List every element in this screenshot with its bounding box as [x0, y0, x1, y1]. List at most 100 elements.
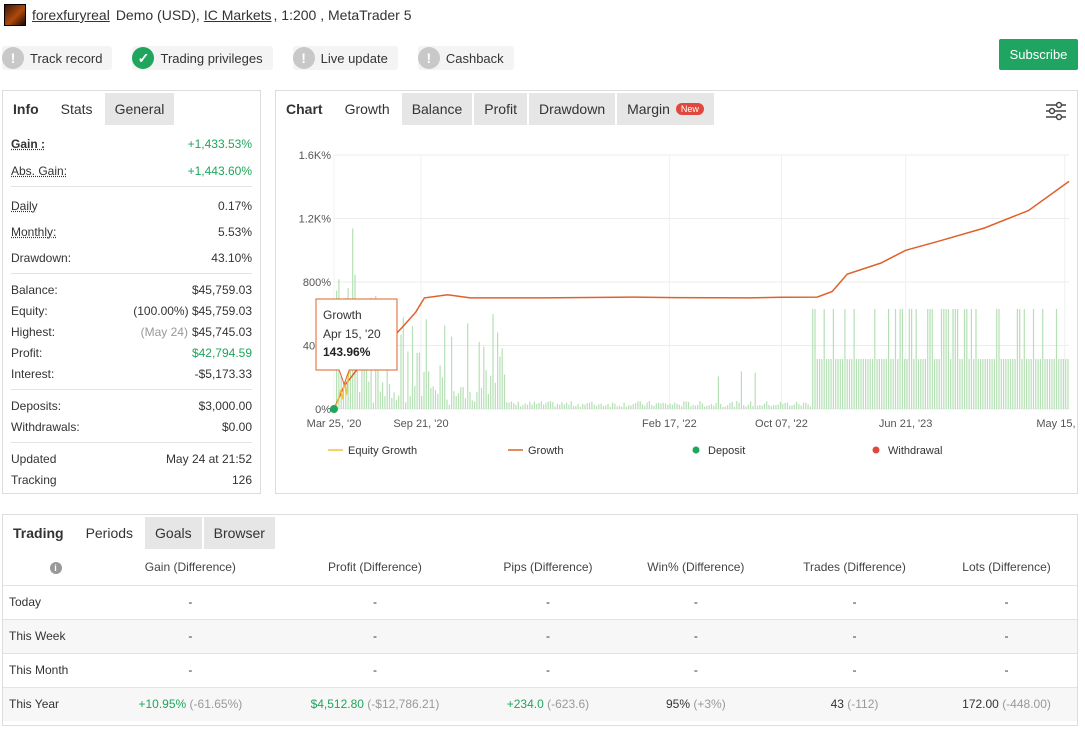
cell-value: 43: [830, 697, 844, 712]
tab-margin-label: Margin: [627, 101, 670, 117]
activity-bar: [503, 374, 506, 409]
activity-bar: [430, 387, 432, 409]
tab-periods[interactable]: Periods: [73, 517, 144, 549]
check-icon: ✓: [132, 47, 155, 69]
tab-info[interactable]: Info: [3, 93, 49, 125]
pill-trading-privileges[interactable]: ✓ Trading privileges: [132, 46, 273, 70]
activity-bar: [819, 359, 821, 409]
tab-margin[interactable]: Margin New: [615, 93, 714, 125]
activity-bar: [1067, 359, 1069, 409]
broker-link[interactable]: IC Markets: [204, 7, 272, 23]
activity-bar: [444, 325, 446, 409]
table-cell: -: [108, 584, 273, 619]
info-icon[interactable]: i: [49, 561, 62, 574]
activity-bar: [582, 403, 584, 409]
cell-value: -: [188, 595, 193, 609]
activity-bar: [612, 402, 614, 409]
tab-balance[interactable]: Balance: [399, 93, 473, 125]
tab-browser[interactable]: Browser: [201, 517, 275, 549]
activity-bar: [798, 404, 800, 409]
activity-bar: [855, 359, 857, 409]
activity-bar: [943, 309, 945, 409]
activity-bar: [862, 359, 864, 409]
username-link[interactable]: forexfuryreal: [32, 7, 110, 23]
table-cell: -: [272, 584, 478, 619]
cell-value: -: [1004, 595, 1009, 609]
interest-value: -$5,173.33: [194, 366, 252, 381]
activity-bar: [793, 404, 795, 409]
table-cell: -: [772, 652, 937, 687]
activity-bar: [814, 309, 816, 409]
activity-bar: [825, 359, 828, 409]
activity-bar: [540, 401, 542, 409]
tab-stats[interactable]: Stats: [48, 93, 103, 125]
table-cell: -: [772, 618, 937, 653]
activity-bar: [446, 399, 448, 409]
pill-cashback[interactable]: ! Cashback: [417, 46, 514, 70]
settings-sliders-icon[interactable]: [1045, 101, 1067, 121]
highest-value: (May 24) $45,745.03: [141, 325, 252, 339]
table-cell: 95% (+3%): [618, 686, 773, 721]
tab-trading[interactable]: Trading: [3, 517, 74, 549]
activity-bar: [867, 359, 869, 409]
info-panel: Info Stats General Gain : +1,433.53% Abs.…: [2, 90, 261, 494]
pill-live-update[interactable]: ! Live update: [292, 46, 398, 70]
activity-bar: [441, 377, 443, 409]
divider: [11, 186, 252, 187]
activity-bar: [476, 392, 478, 409]
activity-bar: [701, 403, 703, 409]
activity-bar: [563, 404, 565, 409]
deposits-label: Deposits:: [11, 398, 62, 413]
activity-bar: [687, 401, 690, 409]
cell-difference: (-112): [847, 697, 879, 712]
activity-bar: [913, 359, 915, 409]
activity-bar: [485, 370, 487, 409]
tab-drawdown[interactable]: Drawdown: [526, 93, 616, 125]
cell-value: -: [852, 629, 857, 643]
activity-bar: [984, 359, 986, 409]
growth-chart[interactable]: 1.6K%1.2K%800%400%0%Mar 25, '20Sep 21, '…: [276, 127, 1077, 493]
activity-bar: [805, 402, 807, 409]
activity-bar: [906, 359, 908, 409]
activity-bar: [963, 309, 966, 409]
tab-goals[interactable]: Goals: [143, 517, 202, 549]
tab-profit[interactable]: Profit: [472, 93, 527, 125]
pill-track-record[interactable]: ! Track record: [2, 46, 113, 70]
activity-bar: [600, 403, 602, 409]
daily-label[interactable]: Daily: [11, 199, 38, 213]
activity-bar: [1032, 309, 1035, 409]
activity-bar: [996, 309, 998, 409]
activity-bar: [538, 402, 540, 409]
abs-gain-label[interactable]: Abs. Gain:: [11, 164, 67, 178]
activity-bar: [977, 359, 979, 409]
tab-general[interactable]: General: [102, 93, 175, 125]
avatar[interactable]: [4, 4, 26, 26]
activity-bar: [678, 404, 680, 409]
cell-value: -: [1004, 629, 1009, 643]
activity-bar: [731, 401, 733, 409]
cell-value: -: [693, 595, 698, 609]
monthly-label[interactable]: Monthly:: [11, 225, 56, 239]
activity-bar: [395, 400, 397, 409]
activity-bar: [669, 403, 671, 409]
activity-bar: [1042, 309, 1044, 409]
activity-bar: [894, 309, 897, 409]
activity-bar: [800, 405, 802, 409]
y-tick-label: 0%: [315, 404, 331, 416]
activity-bar: [480, 388, 483, 409]
activity-bar: [522, 405, 524, 409]
tab-chart[interactable]: Chart: [276, 93, 333, 125]
activity-bar: [846, 359, 848, 409]
activity-bar: [1021, 359, 1023, 409]
gain-label[interactable]: Gain :: [11, 137, 45, 151]
info-body: Gain : +1,433.53% Abs. Gain: +1,443.60% Da…: [3, 133, 260, 490]
activity-bar: [1037, 359, 1039, 409]
activity-bar: [881, 359, 883, 409]
activity-bar: [609, 406, 611, 409]
x-tick-label: Feb 17, '22: [642, 418, 697, 430]
activity-bar: [674, 402, 676, 409]
subscribe-button[interactable]: Subscribe: [999, 39, 1078, 70]
activity-bar: [991, 359, 993, 409]
tab-growth[interactable]: Growth: [332, 93, 400, 125]
activity-bar: [570, 401, 572, 409]
